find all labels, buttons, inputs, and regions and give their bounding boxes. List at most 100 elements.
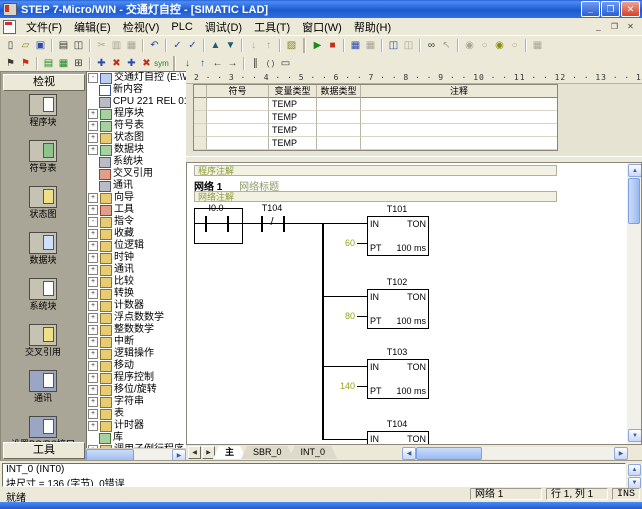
navbar-item-symbol-table[interactable]: 符号表	[1, 140, 85, 184]
tree-item-system-block[interactable]: 系统块	[87, 156, 187, 168]
menu-window[interactable]: 窗口(W)	[296, 18, 348, 36]
write-force-button[interactable]: ◉	[493, 39, 507, 53]
network-comment-bar[interactable]: 网络注解	[194, 191, 557, 202]
table-row[interactable]: TEMP	[194, 137, 557, 150]
expand-icon[interactable]: +	[88, 301, 98, 311]
menu-debug[interactable]: 调试(D)	[199, 18, 248, 36]
restore-button[interactable]: ❐	[601, 1, 620, 17]
single-read-button[interactable]: ◫	[402, 39, 416, 53]
child-minimize-button[interactable]: _	[591, 21, 606, 33]
delete-network-button[interactable]: ✖	[110, 56, 124, 70]
expand-icon[interactable]: +	[88, 361, 98, 371]
expand-icon[interactable]: +	[88, 241, 98, 251]
insert-contact-button[interactable]: ∥	[249, 56, 263, 70]
tree-item-program-block[interactable]: +程序块	[87, 108, 187, 120]
minimize-button[interactable]: _	[581, 1, 600, 17]
tree-item-timers[interactable]: +计时器	[87, 420, 187, 432]
sym-view-button[interactable]: sym	[155, 56, 169, 70]
tree-item-data-block[interactable]: +数据块	[87, 144, 187, 156]
tree-item-communications[interactable]: 通讯	[87, 180, 187, 192]
navbar-item-system-block[interactable]: 系统块	[1, 278, 85, 322]
tree-item-clock[interactable]: +时钟	[87, 252, 187, 264]
program-comment-bar[interactable]: 程序注解	[194, 165, 557, 176]
tab-scroll-right-button[interactable]: ▶	[202, 446, 215, 459]
tree-item-shift-rotate[interactable]: +移位/旋转	[87, 384, 187, 396]
insert-network-button[interactable]: ✚	[95, 56, 109, 70]
navbar-item-data-block[interactable]: 数据块	[1, 232, 85, 276]
print-preview-button[interactable]: ◫	[72, 39, 86, 53]
scroll-up-button[interactable]: ▲	[628, 164, 642, 177]
collapse-icon[interactable]: -	[88, 73, 98, 83]
expand-icon[interactable]: +	[88, 313, 98, 323]
collapse-icon[interactable]: -	[88, 217, 98, 227]
tab-main[interactable]: 主	[213, 446, 246, 459]
unforce-button[interactable]: ○	[478, 39, 492, 53]
tree-item-cross-reference[interactable]: 交叉引用	[87, 168, 187, 180]
var-type-cell[interactable]: TEMP	[269, 137, 317, 150]
expand-icon[interactable]: +	[88, 109, 98, 119]
expand-icon[interactable]: +	[88, 385, 98, 395]
scroll-up-button[interactable]: ▲	[628, 464, 641, 476]
expand-icon[interactable]: +	[88, 205, 98, 215]
toggle-pou-comments-button[interactable]: ▤	[42, 56, 56, 70]
tree-item-communications-instr[interactable]: +通讯	[87, 264, 187, 276]
expand-icon[interactable]: +	[88, 289, 98, 299]
tree-root-project[interactable]: - 交通灯自控 (E:\Work	[87, 72, 187, 84]
toggle-grid-button[interactable]: ⊞	[72, 56, 86, 70]
var-type-cell[interactable]: TEMP	[269, 124, 317, 137]
table-row[interactable]: TEMP	[194, 124, 557, 137]
compile-button[interactable]: ✓	[171, 39, 185, 53]
insert-coil-button[interactable]: ( )	[264, 56, 278, 70]
line-left-button[interactable]: ←	[211, 56, 225, 70]
expand-icon[interactable]: +	[88, 193, 98, 203]
scroll-down-button[interactable]: ▼	[628, 429, 642, 442]
tree-item-convert[interactable]: +转换	[87, 288, 187, 300]
cut-button[interactable]: ✂	[95, 39, 109, 53]
navbar-tools-button[interactable]: 工具	[3, 442, 85, 459]
var-type-cell[interactable]: TEMP	[269, 98, 317, 111]
tree-item-tools[interactable]: +工具	[87, 204, 187, 216]
pt-value[interactable]: 140	[325, 381, 355, 391]
sort-ascending-button[interactable]: ↓	[247, 39, 261, 53]
expand-icon[interactable]: +	[88, 421, 98, 431]
options-button[interactable]: ▨	[285, 39, 299, 53]
tree-item-integer-math[interactable]: +整数数学	[87, 324, 187, 336]
paste-button[interactable]: ▦	[125, 39, 139, 53]
tree-item-symbol-table[interactable]: +符号表	[87, 120, 187, 132]
read-force-button[interactable]: ○	[508, 39, 522, 53]
new-button[interactable]: ▯	[4, 39, 18, 53]
pause-program-status-button[interactable]: ▦	[364, 39, 378, 53]
monitor-button[interactable]: ∞	[425, 39, 439, 53]
force-table-button[interactable]: ▦	[531, 39, 545, 53]
copy-button[interactable]: ▥	[110, 39, 124, 53]
insert-row-button[interactable]: ✚	[125, 56, 139, 70]
tree-item-bit-logic[interactable]: +位逻辑	[87, 240, 187, 252]
expand-icon[interactable]: +	[88, 253, 98, 263]
output-scrollbar[interactable]: ▲ ▼	[627, 463, 640, 487]
delete-row-button[interactable]: ✖	[140, 56, 154, 70]
tab-int0[interactable]: INT_0	[289, 446, 338, 459]
navbar-item-set-pg-pc-interface[interactable]: 设置PG/PC接口	[1, 416, 85, 442]
expand-icon[interactable]: +	[88, 373, 98, 383]
expand-icon[interactable]: +	[88, 337, 98, 347]
ladder-horizontal-scrollbar[interactable]: ◀ ▶	[402, 447, 628, 459]
scrollbar-thumb[interactable]	[628, 178, 640, 224]
tree-item-table[interactable]: +表	[87, 408, 187, 420]
tree-item-move[interactable]: +移动	[87, 360, 187, 372]
download-button[interactable]: ▼	[224, 39, 238, 53]
tab-scroll-left-button[interactable]: ◀	[188, 446, 201, 459]
tree-item-whats-new[interactable]: 新内容	[87, 84, 187, 96]
line-right-button[interactable]: →	[226, 56, 240, 70]
tree-item-libraries[interactable]: 库	[87, 432, 187, 444]
tree-item-float-math[interactable]: +浮点数数学	[87, 312, 187, 324]
menu-help[interactable]: 帮助(H)	[348, 18, 397, 36]
force-button[interactable]: ◉	[463, 39, 477, 53]
menu-plc[interactable]: PLC	[165, 20, 198, 34]
expand-icon[interactable]: +	[88, 277, 98, 287]
save-button[interactable]: ▣	[34, 39, 48, 53]
tab-sbr0[interactable]: SBR_0	[241, 446, 294, 459]
tree-item-wizards[interactable]: +向导	[87, 192, 187, 204]
menu-view[interactable]: 检视(V)	[117, 18, 166, 36]
navbar-view-button[interactable]: 检视	[3, 74, 85, 91]
tree-item-counters[interactable]: +计数器	[87, 300, 187, 312]
